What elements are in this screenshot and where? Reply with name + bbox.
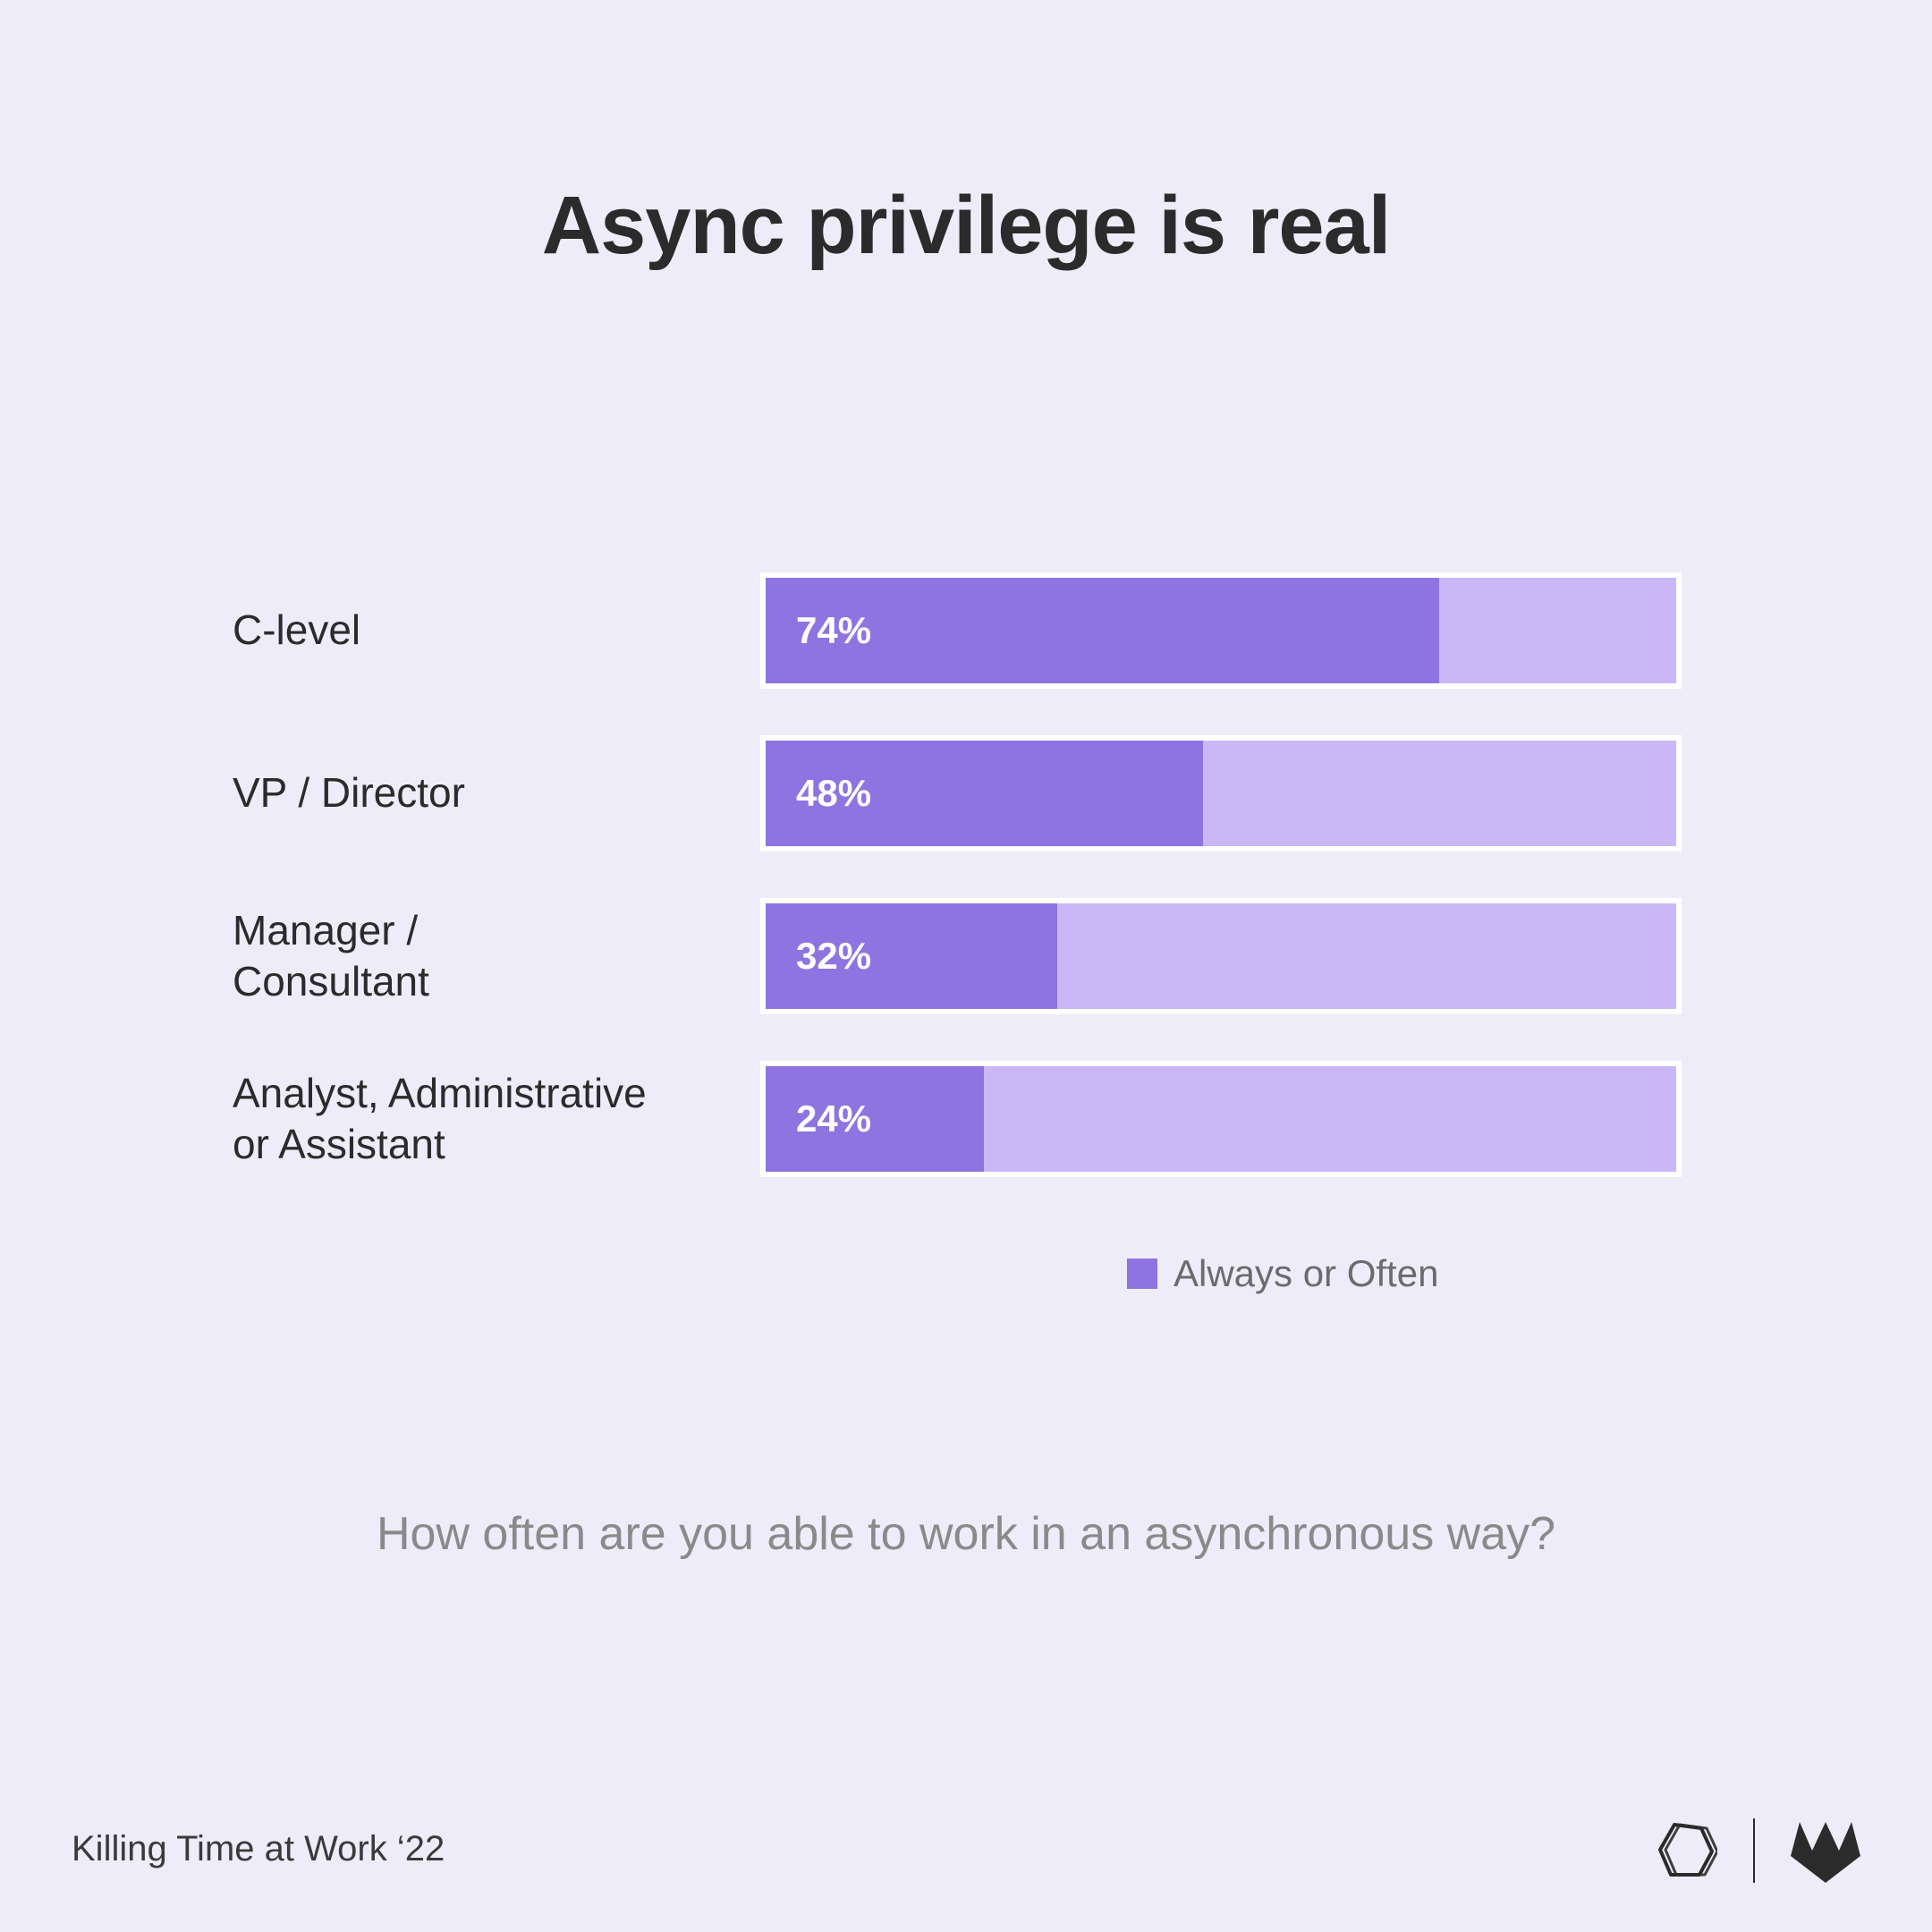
gitlab-logo-icon <box>1791 1818 1860 1883</box>
bar-container: 48% <box>760 735 1682 852</box>
bar-value-label: 48% <box>766 772 871 815</box>
polygon-logo-icon <box>1655 1819 1717 1882</box>
bar-value-label: 74% <box>766 609 871 652</box>
bar-background: 48% <box>766 741 1676 846</box>
bar-container: 32% <box>760 898 1682 1014</box>
bar-foreground: 32% <box>766 903 1057 1009</box>
legend-swatch-icon <box>1127 1258 1157 1289</box>
bar-row: Analyst, Administrativeor Assistant 24% <box>233 1061 1699 1177</box>
legend-label: Always or Often <box>1174 1252 1438 1295</box>
bar-background: 74% <box>766 578 1676 683</box>
bar-row: C-level 74% <box>233 572 1699 689</box>
logo-divider <box>1753 1818 1755 1883</box>
category-label: Analyst, Administrativeor Assistant <box>233 1068 760 1171</box>
bar-value-label: 24% <box>766 1097 871 1140</box>
category-label: C-level <box>233 605 760 657</box>
bar-value-label: 32% <box>766 935 871 978</box>
bar-foreground: 74% <box>766 578 1439 683</box>
bar-row: VP / Director 48% <box>233 735 1699 852</box>
footer-logos <box>1655 1818 1860 1883</box>
category-label: VP / Director <box>233 767 760 819</box>
chart-legend: Always or Often <box>1127 1252 1438 1295</box>
bar-container: 24% <box>760 1061 1682 1177</box>
bar-background: 32% <box>766 903 1676 1009</box>
bar-background: 24% <box>766 1066 1676 1172</box>
chart-title: Async privilege is real <box>0 179 1932 273</box>
bar-foreground: 48% <box>766 741 1203 846</box>
category-label: Manager /Consultant <box>233 905 760 1008</box>
bar-chart: C-level 74% VP / Director 48% Manager /C… <box>233 572 1699 1177</box>
bar-container: 74% <box>760 572 1682 689</box>
footer-source: Killing Time at Work ‘22 <box>72 1829 445 1869</box>
bar-row: Manager /Consultant 32% <box>233 898 1699 1014</box>
bar-foreground: 24% <box>766 1066 984 1172</box>
chart-subtitle: How often are you able to work in an asy… <box>0 1503 1932 1565</box>
